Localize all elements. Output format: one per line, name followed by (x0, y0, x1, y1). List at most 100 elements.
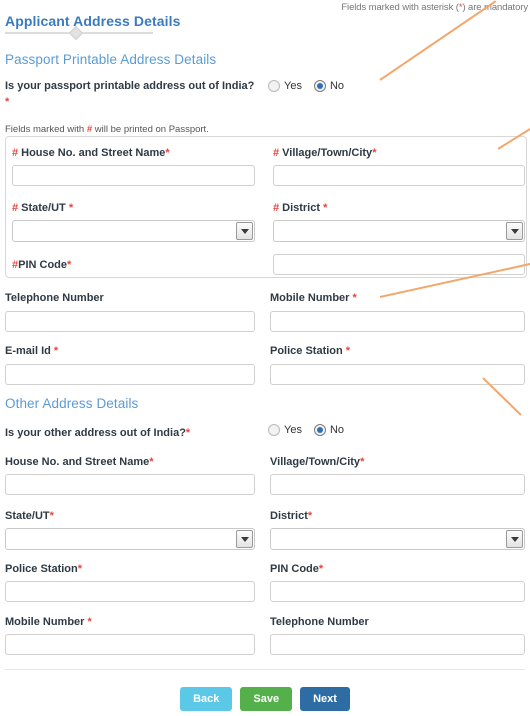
required-asterisk: * (53, 345, 59, 357)
mandatory-note-suffix: ) are mandatory (462, 2, 528, 13)
label-other-house-street: House No. and Street Name* (5, 456, 154, 468)
label-text: PIN Code (18, 259, 68, 271)
other-out-of-india-question-text: Is your other address out of India? (5, 427, 186, 439)
input-other-police-station[interactable] (5, 581, 255, 602)
label-text: Police Station (270, 345, 346, 357)
select-passport-state-ut[interactable] (12, 220, 255, 242)
passport-radio-yes-label: Yes (284, 80, 302, 92)
footer-button-bar: Back Save Next (0, 687, 530, 711)
required-asterisk: * (307, 510, 313, 522)
label-other-village-town-city: Village/Town/City* (270, 456, 364, 468)
required-asterisk: * (68, 202, 74, 214)
other-out-of-india-radio-group[interactable]: Yes No (268, 424, 352, 436)
required-asterisk: * (352, 292, 357, 304)
label-text: State/UT (21, 202, 69, 214)
mandatory-fields-note: Fields marked with asterisk (*) are mand… (341, 2, 528, 13)
select-other-district[interactable] (270, 528, 525, 550)
label-text: Mobile Number (270, 292, 353, 304)
input-other-village-town-city[interactable] (270, 474, 525, 495)
label-other-pin-code: PIN Code* (270, 563, 323, 575)
passport-out-of-india-question-label: Is your passport printable address out o… (5, 78, 255, 110)
label-other-telephone-number: Telephone Number (270, 616, 369, 628)
required-asterisk: * (318, 563, 324, 575)
other-radio-no-label: No (329, 424, 345, 436)
input-passport-police-station[interactable] (270, 364, 525, 385)
input-passport-email-id[interactable] (5, 364, 255, 385)
input-passport-mobile-number[interactable] (270, 311, 525, 332)
label-text: Village/Town/City (282, 147, 373, 159)
save-button[interactable]: Save (240, 687, 293, 711)
input-passport-pin-code[interactable] (273, 254, 525, 275)
label-text: District (282, 202, 324, 214)
section-heading-other-address: Other Address Details (5, 396, 139, 411)
input-other-pin-code[interactable] (270, 581, 525, 602)
hash-note-prefix: Fields marked with (5, 124, 87, 135)
label-passport-village-town-city: # Village/Town/City* (273, 147, 376, 159)
label-other-mobile-number: Mobile Number * (5, 616, 92, 628)
input-other-house-street[interactable] (5, 474, 255, 495)
label-text: Police Station (5, 563, 78, 575)
required-asterisk: * (87, 616, 92, 628)
input-passport-village-town-city[interactable] (273, 165, 525, 186)
passport-out-of-india-radio-group[interactable]: Yes No (268, 80, 352, 92)
back-button[interactable]: Back (180, 687, 233, 711)
other-out-of-india-radio-yes[interactable] (268, 424, 280, 436)
label-text: PIN Code (270, 563, 319, 575)
other-radio-yes-label: Yes (284, 424, 302, 436)
label-text: District (270, 510, 308, 522)
required-asterisk: * (323, 202, 328, 214)
label-text: Mobile Number (5, 616, 88, 628)
chevron-down-icon[interactable] (236, 222, 253, 240)
label-passport-email-id: E-mail Id * (5, 345, 58, 357)
chevron-down-icon[interactable] (506, 530, 523, 548)
hash-marker: # (273, 202, 280, 214)
footer-divider (5, 669, 525, 670)
required-asterisk: * (360, 456, 365, 468)
label-other-police-station: Police Station* (5, 563, 82, 575)
label-text: State/UT (5, 510, 50, 522)
required-asterisk: * (67, 259, 72, 271)
section-heading-passport-printable: Passport Printable Address Details (5, 52, 217, 67)
label-passport-police-station: Police Station * (270, 345, 350, 357)
chevron-down-icon[interactable] (506, 222, 523, 240)
required-asterisk: * (345, 345, 351, 357)
label-text: House No. and Street Name (5, 456, 150, 468)
applicant-address-details-page: Fields marked with asterisk ( * ) are mand… (0, 0, 530, 716)
label-passport-mobile-number: Mobile Number * (270, 292, 357, 304)
other-out-of-india-question-label: Is your other address out of India?* (5, 425, 255, 441)
required-asterisk: * (49, 510, 54, 522)
input-passport-house-street[interactable] (12, 165, 255, 186)
label-passport-telephone-number: Telephone Number (5, 292, 104, 304)
label-other-district: District* (270, 510, 312, 522)
hash-fields-note: Fields marked with # will be printed on … (5, 124, 209, 135)
required-asterisk: * (372, 147, 377, 159)
label-text: Telephone Number (270, 616, 369, 628)
input-passport-telephone-number[interactable] (5, 311, 255, 332)
chevron-down-icon[interactable] (236, 530, 253, 548)
passport-out-of-india-question-text: Is your passport printable address out o… (5, 80, 255, 92)
label-text: Village/Town/City (270, 456, 361, 468)
required-asterisk: * (149, 456, 154, 468)
passport-out-of-india-radio-no[interactable] (313, 80, 326, 92)
passport-radio-no-label: No (329, 80, 345, 92)
passport-out-of-india-radio-yes[interactable] (268, 80, 280, 92)
label-text: E-mail Id (5, 345, 54, 357)
label-text: Telephone Number (5, 292, 104, 304)
required-asterisk: * (77, 563, 83, 575)
label-text: House No. and Street Name (21, 147, 166, 159)
mandatory-note-prefix: Fields marked with asterisk ( (341, 2, 459, 13)
other-out-of-india-radio-no[interactable] (313, 424, 326, 436)
input-other-mobile-number[interactable] (5, 634, 255, 655)
passport-question-asterisk: * (5, 96, 10, 108)
select-passport-district[interactable] (273, 220, 525, 242)
hash-marker: # (12, 202, 19, 214)
hash-marker: # (273, 147, 280, 159)
next-button[interactable]: Next (300, 687, 350, 711)
hash-marker: # (12, 147, 19, 159)
label-passport-district: # District * (273, 202, 327, 214)
label-passport-house-street: # House No. and Street Name* (12, 147, 170, 159)
input-other-telephone-number[interactable] (270, 634, 525, 655)
label-passport-pin-code: #PIN Code* (12, 259, 71, 271)
other-question-asterisk: * (185, 427, 191, 439)
select-other-state-ut[interactable] (5, 528, 255, 550)
